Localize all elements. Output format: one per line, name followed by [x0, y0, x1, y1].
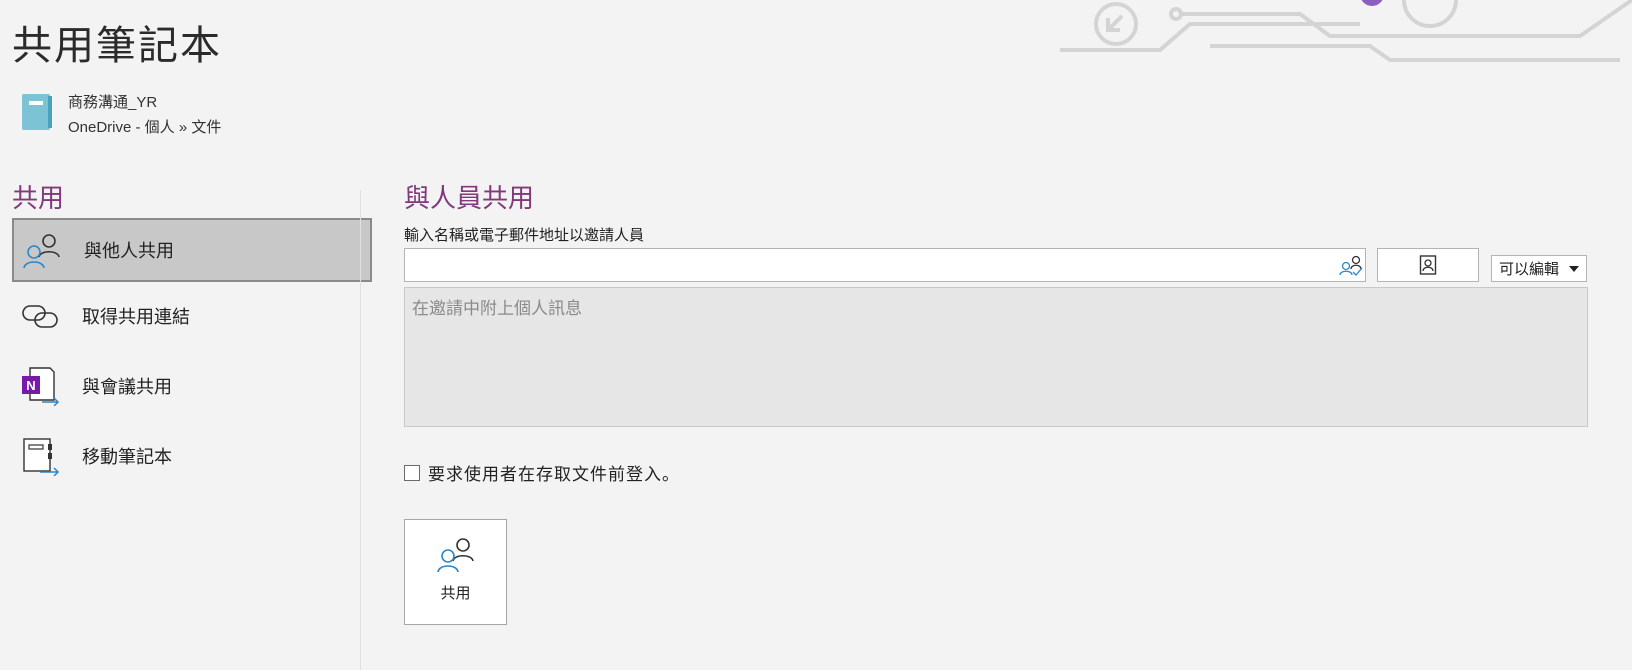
- chevron-down-icon: [1569, 265, 1579, 272]
- people-share-icon: [23, 234, 60, 269]
- sidebar-heading: 共用: [12, 183, 65, 213]
- address-book-button[interactable]: [1377, 248, 1479, 282]
- permission-value: 可以編輯: [1499, 261, 1560, 278]
- sidebar-item-share-with-meeting[interactable]: N 與會議共用: [12, 354, 372, 418]
- share-button-label: 共用: [440, 585, 471, 602]
- check-names-icon[interactable]: [1339, 254, 1363, 276]
- move-notebook-icon: [23, 438, 60, 476]
- circuit-decoration: [1060, 0, 1632, 62]
- notebook-name: 商務溝通_YR: [68, 94, 158, 111]
- permission-dropdown[interactable]: 可以編輯: [1491, 255, 1587, 282]
- sidebar-item-get-link[interactable]: 取得共用連結: [12, 284, 372, 348]
- sidebar-item-move-notebook[interactable]: 移動筆記本: [12, 424, 372, 488]
- personal-message-input[interactable]: [405, 288, 1587, 426]
- svg-text:N: N: [26, 378, 35, 393]
- invite-field[interactable]: [404, 248, 1366, 282]
- panel-divider: [360, 190, 361, 670]
- sidebar-item-label: 與會議共用: [82, 377, 172, 397]
- address-book-icon: [1419, 255, 1437, 275]
- sidebar-item-label: 取得共用連結: [82, 307, 190, 327]
- main-heading: 與人員共用: [404, 183, 535, 213]
- notebook-location: OneDrive - 個人 » 文件: [68, 119, 222, 136]
- notebook-icon: [22, 94, 52, 130]
- sidebar-item-label: 移動筆記本: [82, 447, 172, 467]
- page-title: 共用筆記本: [12, 24, 222, 68]
- sidebar-item-label: 與他人共用: [84, 241, 174, 261]
- invite-input[interactable]: [409, 250, 1333, 282]
- onenote-meeting-icon: N: [22, 367, 60, 406]
- require-signin-option[interactable]: 要求使用者在存取文件前登入。: [404, 460, 680, 485]
- link-icon: [22, 305, 58, 328]
- share-button[interactable]: 共用: [404, 519, 507, 625]
- people-share-icon: [436, 538, 474, 573]
- require-signin-label: 要求使用者在存取文件前登入。: [428, 465, 680, 484]
- sidebar-item-share-with-people[interactable]: 與他人共用: [12, 218, 372, 282]
- require-signin-checkbox[interactable]: [404, 464, 420, 481]
- personal-message-box[interactable]: [404, 287, 1588, 427]
- invite-label: 輸入名稱或電子郵件地址以邀請人員: [404, 227, 645, 244]
